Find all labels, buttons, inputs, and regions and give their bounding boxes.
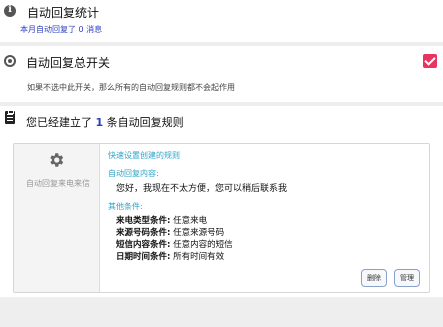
master-switch-checkbox[interactable] bbox=[423, 54, 437, 68]
rule-details: 快速设置创建的规则 自动回复内容: 您好，我现在不太方便，您可以稍后联系我 其他… bbox=[108, 144, 429, 292]
rules-title-prefix: 您已经建立了 bbox=[26, 116, 92, 129]
master-switch-description: 如果不选中此开关，那么所有的自动回复规则都不会起作用 bbox=[27, 83, 235, 92]
auto-reply-settings-page: 自动回复统计 本月自动回复了 0 消息 自动回复总开关 如果不选中此开关，那么所… bbox=[0, 0, 443, 327]
condition-key: 来源号码条件: bbox=[116, 228, 171, 238]
condition-row: 来电类型条件: 任意来电 bbox=[116, 214, 207, 226]
stats-subtitle: 本月自动回复了 0 消息 bbox=[20, 25, 103, 34]
condition-row: 日期时间条件: 所有时间有效 bbox=[116, 250, 224, 262]
condition-value: 所有时间有效 bbox=[173, 252, 225, 262]
master-switch-title: 自动回复总开关 bbox=[26, 56, 111, 70]
rules-header: 您已经建立了 1 条自动回复规则 bbox=[0, 106, 443, 134]
manage-rule-button[interactable]: 管理 bbox=[394, 269, 420, 287]
rules-title: 您已经建立了 1 条自动回复规则 bbox=[26, 114, 184, 130]
reply-content-label: 自动回复内容: bbox=[108, 169, 159, 178]
rule-type-panel: 自动回复来电来信 bbox=[14, 144, 100, 292]
rule-card[interactable]: 自动回复来电来信 快速设置创建的规则 自动回复内容: 您好，我现在不太方便，您可… bbox=[13, 143, 430, 293]
rules-count: 1 bbox=[95, 116, 104, 129]
condition-key: 来电类型条件: bbox=[116, 216, 171, 226]
condition-value: 任意来源号码 bbox=[173, 228, 225, 238]
info-icon bbox=[4, 4, 16, 17]
stats-title: 自动回复统计 bbox=[27, 6, 100, 20]
master-switch-row[interactable]: 自动回复总开关 如果不选中此开关，那么所有的自动回复规则都不会起作用 bbox=[0, 46, 443, 102]
condition-value: 任意来电 bbox=[173, 216, 208, 226]
condition-row: 来源号码条件: 任意来源号码 bbox=[116, 226, 224, 238]
rules-title-suffix: 条自动回复规则 bbox=[106, 116, 184, 129]
condition-value: 任意内容的短信 bbox=[173, 240, 233, 250]
rule-type-label: 自动回复来电来信 bbox=[26, 179, 90, 188]
gear-icon bbox=[50, 153, 64, 167]
condition-row: 短信内容条件: 任意内容的短信 bbox=[116, 238, 233, 250]
condition-key: 短信内容条件: bbox=[116, 240, 171, 250]
condition-key: 日期时间条件: bbox=[116, 252, 171, 262]
clipboard-list-icon bbox=[5, 110, 15, 124]
reply-content-text: 您好，我现在不太方便，您可以稍后联系我 bbox=[116, 184, 288, 194]
delete-rule-button[interactable]: 删除 bbox=[361, 269, 387, 287]
quick-setup-title: 快速设置创建的规则 bbox=[108, 151, 180, 160]
other-conditions-label: 其他条件: bbox=[108, 202, 143, 211]
radio-icon bbox=[4, 55, 16, 67]
auto-reply-stats-section: 自动回复统计 本月自动回复了 0 消息 bbox=[0, 0, 443, 42]
bottom-background bbox=[0, 297, 443, 327]
